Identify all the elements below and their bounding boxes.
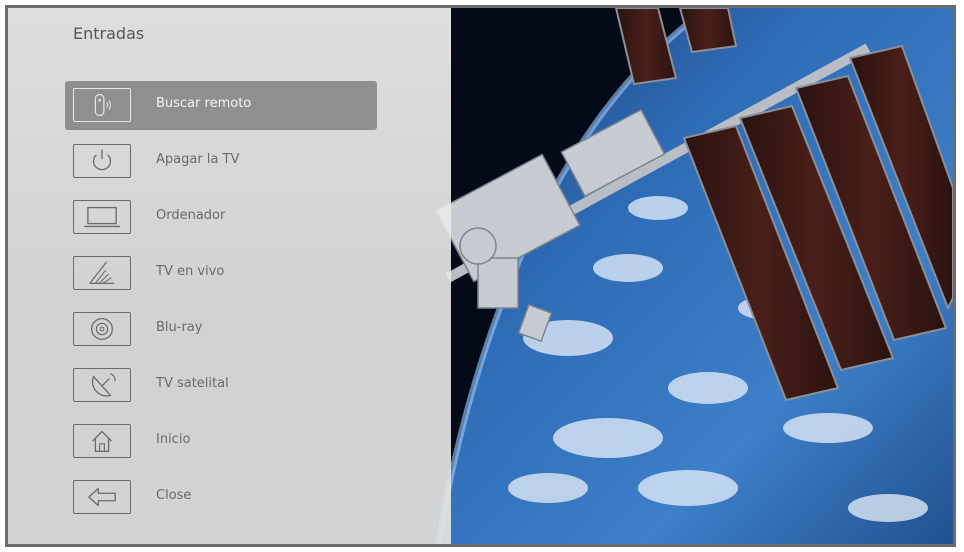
menu-item-ordenador[interactable]: Ordenador <box>65 193 377 242</box>
menu-item-label: Blu-ray <box>156 320 203 335</box>
menu-item-label: Apagar la TV <box>156 152 240 167</box>
menu-item-label: TV en vivo <box>156 264 225 279</box>
menu-item-tv-en-vivo[interactable]: TV en vivo <box>65 249 377 298</box>
antenna-icon <box>73 256 131 290</box>
panel-title: Entradas <box>73 24 145 43</box>
menu-item-label: TV satelital <box>156 376 229 391</box>
menu-item-blu-ray[interactable]: Blu-ray <box>65 305 377 354</box>
menu-item-label: Inicio <box>156 432 191 447</box>
menu-item-inicio[interactable]: Inicio <box>65 417 377 466</box>
menu-item-label: Close <box>156 488 192 503</box>
menu-item-tv-satelital[interactable]: TV satelital <box>65 361 377 410</box>
remote-icon <box>73 88 131 122</box>
menu-item-close[interactable]: Close <box>65 473 377 522</box>
menu-item-label: Ordenador <box>156 208 226 223</box>
back-arrow-icon <box>73 480 131 514</box>
menu-item-label: Buscar remoto <box>156 96 252 111</box>
power-icon <box>73 144 131 178</box>
menu-item-apagar-la-tv[interactable]: Apagar la TV <box>65 137 377 186</box>
inputs-panel: Entradas Buscar remoto Apagar la TV Orde… <box>8 8 451 544</box>
home-icon <box>73 424 131 458</box>
laptop-icon <box>73 200 131 234</box>
menu-item-buscar-remoto[interactable]: Buscar remoto <box>65 81 377 130</box>
disc-icon <box>73 312 131 346</box>
satellite-dish-icon <box>73 368 131 402</box>
tv-screen: Entradas Buscar remoto Apagar la TV Orde… <box>5 5 956 547</box>
